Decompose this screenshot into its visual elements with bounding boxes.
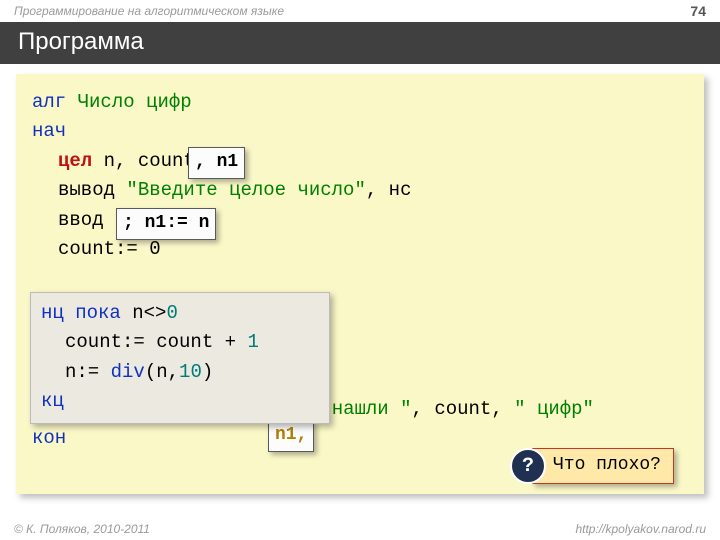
topic-text: Программирование на алгоритмическом язык… bbox=[14, 4, 284, 18]
loop-body2a: n:= bbox=[65, 361, 111, 383]
annotation-n1-decl: , n1 bbox=[188, 147, 245, 179]
kw-vvod: ввод bbox=[58, 209, 115, 231]
footer: © К. Поляков, 2010-2011 http://kpolyakov… bbox=[0, 522, 720, 536]
copyright: © К. Поляков, 2010-2011 bbox=[14, 522, 150, 536]
question-icon: ? bbox=[510, 448, 546, 484]
footer-url: http://kpolyakov.narod.ru bbox=[575, 522, 706, 536]
loop-op: <> bbox=[144, 302, 167, 324]
kw-div: div bbox=[111, 361, 145, 383]
loop-ten: 10 bbox=[179, 361, 202, 383]
loop-zero: 0 bbox=[166, 302, 177, 324]
prog-name: Число цифр bbox=[78, 91, 192, 113]
decl-vars: n, count bbox=[92, 150, 195, 172]
annotation-n1-out: n1, bbox=[268, 420, 314, 452]
kw-kc: кц bbox=[41, 387, 313, 416]
kw-vyvod: вывод bbox=[58, 179, 126, 201]
loop-box: нц пока n<>0 count:= count + 1 n:= div(n… bbox=[30, 292, 330, 424]
callout: ? Что плохо? bbox=[510, 448, 674, 484]
code-block: алг Число цифр нач цел n, count вывод "В… bbox=[16, 74, 704, 494]
kw-int: цел bbox=[58, 150, 92, 172]
loop-body1: count:= count + bbox=[65, 331, 247, 353]
question-mark: ? bbox=[522, 451, 534, 482]
prompt-str: "Введите целое число" bbox=[126, 179, 365, 201]
loop-body2b: (n, bbox=[145, 361, 179, 383]
nc: , нс bbox=[366, 179, 412, 201]
callout-text: Что плохо? bbox=[532, 448, 674, 484]
loop-one: 1 bbox=[247, 331, 258, 353]
loop-body2c: ) bbox=[202, 361, 213, 383]
page-number: 74 bbox=[690, 3, 706, 19]
header-bar: Программирование на алгоритмическом язык… bbox=[0, 0, 720, 22]
out-count: , count, bbox=[412, 398, 515, 420]
kw-alg: алг bbox=[32, 91, 66, 113]
kw-nc-poka: нц пока bbox=[41, 302, 132, 324]
annotation-n1-assign: ; n1:= n bbox=[116, 208, 216, 240]
loop-var: n bbox=[132, 302, 143, 324]
kw-begin: нач bbox=[32, 117, 688, 146]
out-str-e: " цифр" bbox=[514, 398, 594, 420]
slide-title: Программа bbox=[0, 22, 720, 64]
